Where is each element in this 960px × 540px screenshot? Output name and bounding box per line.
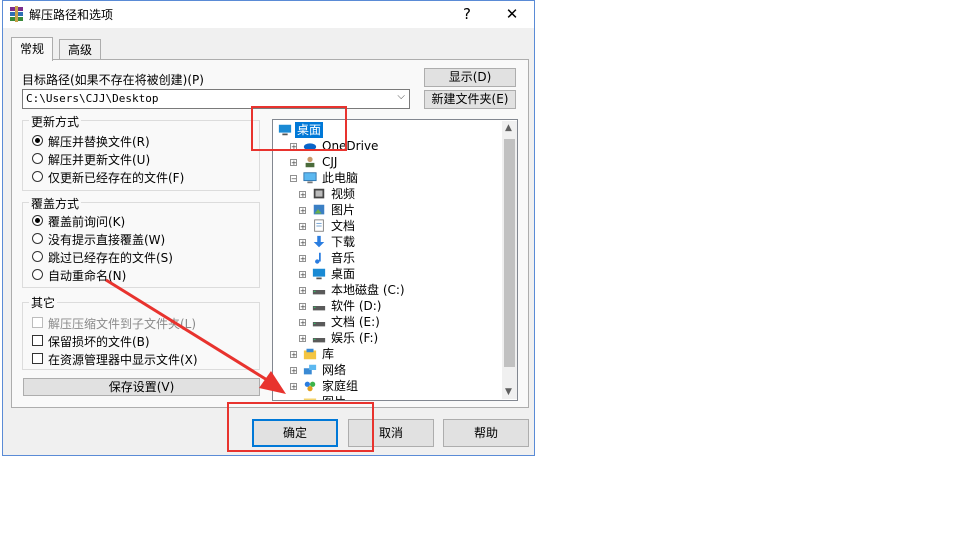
- tab-general[interactable]: 常规: [11, 37, 54, 61]
- annotation-arrow-icon: [105, 278, 286, 394]
